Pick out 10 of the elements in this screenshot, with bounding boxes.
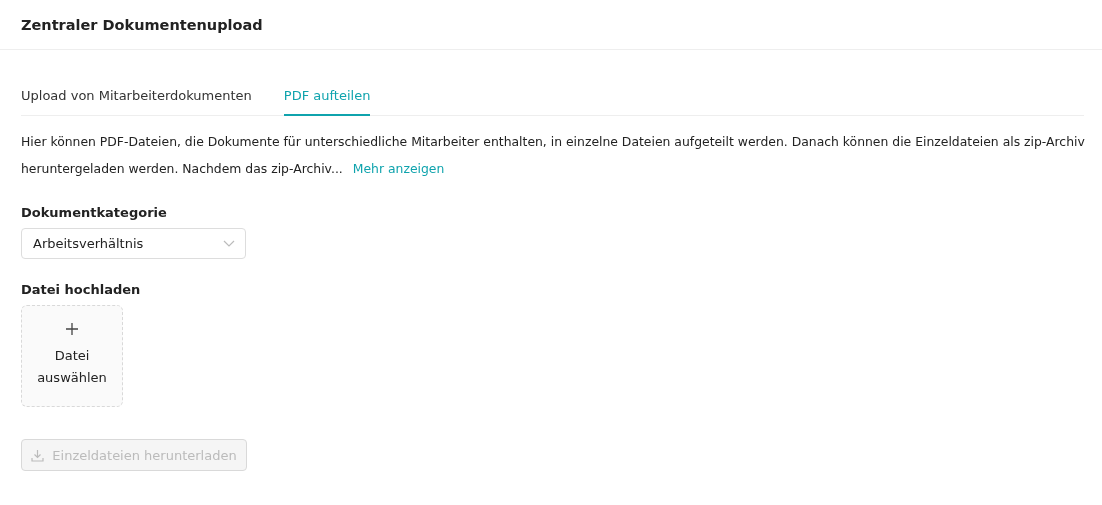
chevron-down-icon (223, 239, 235, 248)
download-icon (31, 448, 45, 462)
file-upload-button[interactable]: Datei auswählen (21, 305, 123, 407)
category-dropdown[interactable]: Arbeitsverhältnis (21, 228, 246, 259)
plus-icon (66, 323, 78, 335)
description-text: Hier können PDF-Dateien, die Dokumente für unterschiedliche Mitarbeiter enthalten, in einzelne Dateien aufgeteilt werden. Danach können die Einzeldateien als zip-Archiv heruntergeladen werden. Nachdem das zip-Archiv... Mehr anzeigen (21, 133, 1086, 178)
field-label: Dokumentkategorie (21, 205, 168, 220)
page-title: Zentraler Dokumentenupload (21, 16, 263, 33)
tab[interactable]: Upload von Mitarbeiterdokumenten (21, 80, 252, 116)
field-label: Datei hochladen (21, 282, 142, 297)
